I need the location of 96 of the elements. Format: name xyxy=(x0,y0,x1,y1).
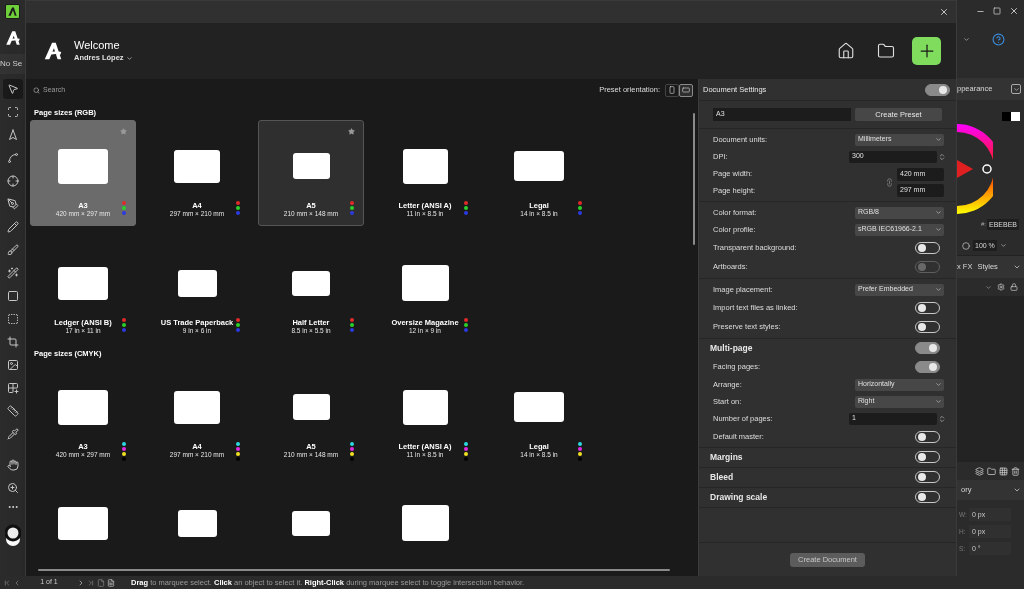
selection-label: No Se xyxy=(0,54,25,74)
pointer-icon xyxy=(6,83,19,95)
link-icon[interactable] xyxy=(885,177,894,187)
new-document-button[interactable] xyxy=(912,37,941,65)
frame-icon xyxy=(6,106,19,118)
chevron-down-icon xyxy=(935,381,942,388)
settings-icon[interactable] xyxy=(997,283,1005,291)
chevron-down-icon xyxy=(125,54,133,62)
stepper-icon[interactable] xyxy=(938,414,946,423)
close-icon[interactable] xyxy=(1009,6,1019,16)
chevron-down-icon xyxy=(935,136,942,143)
checkerboard-icon[interactable] xyxy=(999,466,1008,476)
eyedropper-icon xyxy=(6,428,19,440)
star-icon[interactable] xyxy=(120,128,127,135)
page-thumbnail xyxy=(174,390,220,424)
section-heading: Multi-page xyxy=(710,341,753,355)
section-heading: Bleed xyxy=(710,470,734,484)
curve-icon xyxy=(6,152,19,164)
page-thumbnail xyxy=(177,509,217,537)
previous-page-icon[interactable] xyxy=(13,578,21,587)
chevron-down-icon xyxy=(935,286,942,293)
chevron-down-icon xyxy=(935,398,942,405)
welcome-title: Welcome xyxy=(74,38,121,53)
grid-plus-icon xyxy=(6,382,19,394)
app-logo xyxy=(5,3,20,19)
star-icon[interactable] xyxy=(348,128,355,135)
stepper-icon[interactable] xyxy=(938,152,946,161)
color-swatch[interactable] xyxy=(1011,112,1020,121)
page-thumbnail xyxy=(292,510,330,536)
portrait-icon xyxy=(668,86,676,94)
trash-icon[interactable] xyxy=(1011,466,1020,476)
help-icon[interactable] xyxy=(992,32,1005,46)
chevron-down-icon xyxy=(935,226,942,233)
page-thumbnail xyxy=(177,269,217,297)
page-thumbnail xyxy=(402,389,448,425)
page-thumbnail xyxy=(401,265,449,301)
toggle-switch[interactable] xyxy=(915,342,940,354)
search-icon xyxy=(33,86,40,94)
page-thumbnail xyxy=(58,389,108,425)
page-thumbnail xyxy=(401,505,449,541)
page-thumbnail xyxy=(292,153,330,179)
page-thumbnail xyxy=(402,148,448,184)
pen-icon xyxy=(6,198,19,210)
tool-button[interactable] xyxy=(2,79,23,99)
maximize-icon[interactable] xyxy=(993,7,1001,15)
zoom-icon xyxy=(6,482,19,494)
color-swatch[interactable] xyxy=(1002,112,1011,121)
section-heading: Margins xyxy=(710,450,743,464)
page-thumbnail xyxy=(514,392,564,422)
node-arrow-icon xyxy=(6,129,19,141)
chevron-down-icon[interactable] xyxy=(963,35,970,43)
color-swatch-drawing[interactable] xyxy=(4,524,21,548)
scrollbar[interactable] xyxy=(693,113,695,245)
rectangle-icon xyxy=(6,290,19,302)
crop-icon xyxy=(6,336,19,348)
home-icon xyxy=(837,42,855,60)
chevron-down-icon[interactable] xyxy=(985,283,992,291)
logo xyxy=(3,29,22,47)
chevron-down-icon[interactable] xyxy=(1013,263,1021,271)
frame-text-icon xyxy=(6,313,19,325)
section-heading: Drawing scale xyxy=(710,490,768,504)
page-thumbnail xyxy=(514,151,564,181)
folder-icon xyxy=(877,42,895,60)
circle-icon xyxy=(962,241,970,250)
close-icon xyxy=(939,7,949,17)
lock-icon[interactable] xyxy=(1010,283,1018,291)
crosshair-icon xyxy=(6,175,19,187)
toggle-switch[interactable] xyxy=(915,360,940,373)
landscape-icon xyxy=(682,86,690,94)
chevron-down-icon[interactable] xyxy=(999,242,1007,249)
wand-icon xyxy=(6,267,19,279)
color-wheel-drawing[interactable] xyxy=(957,122,993,216)
chevron-down-icon xyxy=(1012,85,1020,93)
next-page-icon[interactable] xyxy=(77,578,85,587)
layers-icon[interactable] xyxy=(975,466,984,476)
panel-collapse-button[interactable] xyxy=(1011,84,1021,94)
page-icon[interactable] xyxy=(97,578,105,587)
page-thumbnail xyxy=(58,266,108,300)
hand-icon xyxy=(6,459,19,471)
page-thumbnail xyxy=(58,506,108,540)
page-thumbnail xyxy=(292,270,330,296)
brush-icon xyxy=(6,244,19,256)
orientation-toggle[interactable] xyxy=(679,83,693,97)
toggle-switch[interactable] xyxy=(925,83,950,96)
pencil-icon xyxy=(6,221,19,233)
chevron-down-icon[interactable] xyxy=(1013,486,1021,494)
page-thumbnail xyxy=(58,148,108,184)
image-icon xyxy=(6,359,19,371)
page-thumbnail xyxy=(292,394,330,420)
scrollbar[interactable] xyxy=(38,568,670,571)
folder-icon[interactable] xyxy=(987,466,996,476)
page-thumbnail xyxy=(174,149,220,183)
ruler-icon xyxy=(6,405,19,417)
logo xyxy=(42,40,64,62)
chevron-down-icon xyxy=(935,209,942,216)
pages-icon[interactable] xyxy=(107,578,115,587)
